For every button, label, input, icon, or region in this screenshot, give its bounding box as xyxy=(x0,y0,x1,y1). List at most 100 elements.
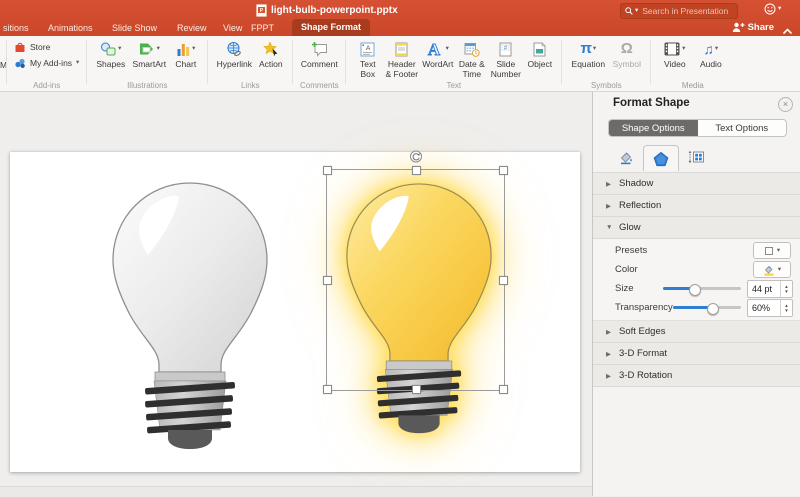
tab-transitions-partial[interactable]: sitions xyxy=(3,20,29,36)
audio-label: Audio xyxy=(700,60,722,70)
shapes-caret-icon: ▾ xyxy=(118,46,121,52)
feedback-caret-icon: ▾ xyxy=(778,6,781,12)
smartart-icon xyxy=(139,42,156,56)
slide-number-icon: # xyxy=(499,42,512,57)
equation-button[interactable]: π ▾ Equation xyxy=(569,38,607,70)
shape-light-bulb-gray[interactable] xyxy=(95,166,285,456)
chart-caret-icon: ▾ xyxy=(192,46,195,52)
store-button[interactable]: Store xyxy=(14,40,79,54)
document-icon: P xyxy=(256,4,267,17)
size-slider-thumb[interactable] xyxy=(689,284,701,296)
selection-handle-s[interactable] xyxy=(412,385,421,394)
search-icon xyxy=(625,7,633,15)
size-slider[interactable] xyxy=(663,287,741,290)
text-box-button[interactable]: A Text Box xyxy=(353,38,382,79)
section-3d-rotation[interactable]: ▶ 3-D Rotation xyxy=(593,365,800,387)
section-3d-format-label: 3-D Format xyxy=(619,348,667,359)
effect-sections: ▶ Shadow ▶ Reflection ▼ Glow Presets ▾ C… xyxy=(593,172,800,387)
size-properties-tab[interactable] xyxy=(679,145,713,169)
selection-handle-e[interactable] xyxy=(499,276,508,285)
selection-handle-se[interactable] xyxy=(499,385,508,394)
shape-options-tab[interactable]: Shape Options xyxy=(609,120,698,136)
section-glow[interactable]: ▼ Glow xyxy=(593,217,800,239)
glow-presets-dropdown[interactable]: ▾ xyxy=(753,242,791,259)
video-icon xyxy=(664,42,681,56)
hyperlink-icon xyxy=(226,41,242,57)
transparency-slider-thumb[interactable] xyxy=(707,303,719,315)
section-shadow[interactable]: ▶ Shadow xyxy=(593,172,800,195)
stepper-down-icon[interactable]: ▼ xyxy=(784,289,788,294)
section-soft-edges[interactable]: ▶ Soft Edges xyxy=(593,321,800,343)
svg-text:#: # xyxy=(504,45,507,51)
add-ins-icon xyxy=(14,57,26,69)
comment-button[interactable]: Comment xyxy=(300,38,338,70)
my-add-ins-label: My Add-ins xyxy=(30,58,72,68)
share-button[interactable]: Share xyxy=(732,19,774,35)
comment-icon xyxy=(311,41,328,57)
smartart-label: SmartArt xyxy=(133,60,167,70)
feedback-menu[interactable]: ▾ xyxy=(764,3,781,15)
wordart-icon: A xyxy=(427,41,445,58)
size-stepper[interactable]: ▲ ▼ xyxy=(780,281,792,297)
transparency-slider[interactable] xyxy=(673,306,741,309)
selection-handle-sw[interactable] xyxy=(323,385,332,394)
audio-button[interactable]: ♫ ▾ Audio xyxy=(694,38,727,70)
header-footer-button[interactable]: Header & Footer xyxy=(385,38,418,79)
size-value-box[interactable]: 44 pt ▲ ▼ xyxy=(747,280,793,298)
tab-shape-format[interactable]: Shape Format xyxy=(292,19,370,36)
slide-canvas[interactable] xyxy=(10,152,580,472)
transparency-stepper[interactable]: ▲ ▼ xyxy=(780,300,792,316)
text-options-tab[interactable]: Text Options xyxy=(698,120,787,136)
section-3d-rotation-label: 3-D Rotation xyxy=(619,370,672,381)
glow-size-row: Size 44 pt ▲ ▼ xyxy=(593,279,800,298)
selection-handle-nw[interactable] xyxy=(323,166,332,175)
selection-handle-w[interactable] xyxy=(323,276,332,285)
shape-selection-box[interactable] xyxy=(326,169,505,391)
chevron-up-icon xyxy=(782,28,793,35)
disclosure-icon: ▶ xyxy=(606,350,613,358)
search-input[interactable] xyxy=(640,5,733,17)
stepper-down-icon[interactable]: ▼ xyxy=(784,308,788,313)
object-button[interactable]: Object xyxy=(525,38,554,70)
panel-title: Format Shape xyxy=(613,97,690,109)
svg-text:A: A xyxy=(428,41,441,58)
video-button[interactable]: ▾ Video xyxy=(658,38,691,70)
search-scope-caret-icon[interactable]: ▾ xyxy=(635,8,638,14)
selection-handle-n[interactable] xyxy=(412,166,421,175)
action-button[interactable]: Action xyxy=(256,38,285,70)
smartart-button[interactable]: ▾ SmartArt xyxy=(130,38,168,70)
section-reflection[interactable]: ▶ Reflection xyxy=(593,195,800,217)
selection-handle-ne[interactable] xyxy=(499,166,508,175)
paint-bucket-icon xyxy=(618,149,635,165)
section-3d-format[interactable]: ▶ 3-D Format xyxy=(593,343,800,365)
section-glow-label: Glow xyxy=(619,222,641,233)
wordart-button[interactable]: A ▾ WordArt xyxy=(421,38,454,70)
shapes-label: Shapes xyxy=(96,60,125,70)
action-label: Action xyxy=(259,60,283,70)
tab-review[interactable]: Review xyxy=(177,20,207,36)
slide-number-button[interactable]: # Slide Number xyxy=(489,38,522,79)
format-shape-panel: Format Shape × Shape Options Text Option… xyxy=(592,92,800,496)
fill-line-tab[interactable] xyxy=(609,145,643,169)
glow-color-dropdown[interactable]: ▾ xyxy=(753,261,791,278)
slide-workspace[interactable] xyxy=(0,92,592,496)
tab-view[interactable]: View xyxy=(223,20,242,36)
size-value: 44 pt xyxy=(748,284,780,294)
effects-tab[interactable] xyxy=(643,145,679,171)
shapes-icon xyxy=(100,42,117,57)
chart-button[interactable]: ▾ Chart xyxy=(171,38,200,70)
hyperlink-button[interactable]: Hyperlink xyxy=(215,38,253,70)
share-label: Share xyxy=(748,22,774,33)
tab-fppt[interactable]: FPPT xyxy=(251,20,274,36)
glow-controls: Presets ▾ Color ▾ Size xyxy=(593,239,800,321)
shapes-button[interactable]: ▾ Shapes xyxy=(94,38,127,70)
title-bar: P light-bulb-powerpoint.pptx ▾ ▾ sitions… xyxy=(0,0,800,36)
panel-close-button[interactable]: × xyxy=(778,97,793,112)
disclosure-icon: ▶ xyxy=(606,372,613,380)
my-add-ins-button[interactable]: My Add-ins ▾ xyxy=(14,56,79,70)
tab-animations[interactable]: Animations xyxy=(48,20,93,36)
date-time-button[interactable]: Date & Time xyxy=(457,38,486,79)
tab-slide-show[interactable]: Slide Show xyxy=(112,20,157,36)
search-box[interactable]: ▾ xyxy=(620,3,738,19)
transparency-value-box[interactable]: 60% ▲ ▼ xyxy=(747,299,793,317)
